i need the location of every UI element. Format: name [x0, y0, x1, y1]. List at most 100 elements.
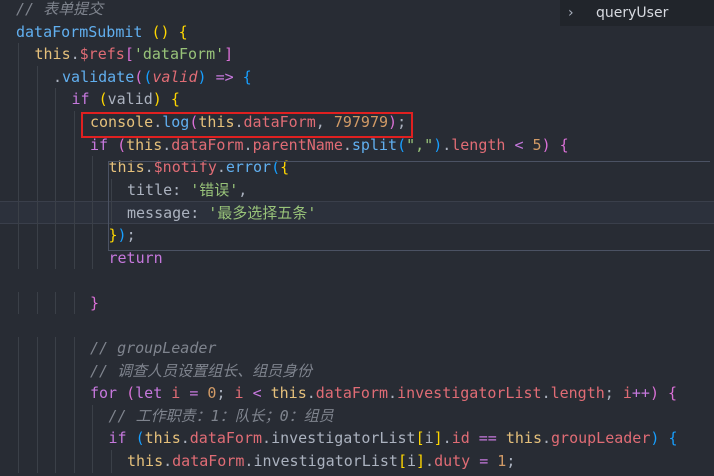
code-token: (): [151, 22, 170, 41]
code-token: length: [451, 135, 506, 154]
code-token: id: [451, 429, 470, 448]
code-token: [: [415, 429, 425, 448]
code-line[interactable]: for (let i = 0; i < this.dataForm.invest…: [0, 382, 714, 405]
code-token: ]: [416, 452, 426, 470]
code-token: (: [98, 90, 108, 109]
code-token: .: [70, 45, 80, 64]
indent-guide: [55, 291, 56, 315]
code-line[interactable]: [0, 314, 714, 337]
code-token: ++: [631, 384, 650, 403]
code-token: i: [406, 452, 416, 470]
indent-guide: [92, 427, 93, 450]
code-token: validate: [62, 67, 135, 86]
code-token: groupLeader: [551, 429, 651, 448]
code-token: ): [197, 67, 207, 86]
code-text: }: [90, 292, 99, 315]
code-token: let: [135, 384, 163, 403]
indent-guide: [55, 246, 56, 270]
indent-guide: [73, 178, 75, 202]
code-token: .: [541, 384, 551, 403]
object-literal-box: [108, 161, 710, 251]
indent-guide: [36, 337, 38, 360]
indent-guide: [55, 133, 56, 157]
code-token: dataForm: [315, 384, 389, 403]
indent-guide: [18, 156, 19, 179]
code-token: (: [135, 429, 145, 448]
code-token: i: [234, 384, 244, 403]
code-token: // 调查人员设置组长、组员身份: [90, 361, 313, 380]
indent-guide: [73, 202, 75, 225]
code-token: valid: [152, 67, 198, 86]
code-text: for (let i = 0; i < this.dataForm.invest…: [90, 382, 677, 405]
code-line[interactable]: if (valid) {: [0, 88, 714, 111]
code-token: duty: [434, 452, 471, 470]
code-token: parentName: [252, 135, 343, 154]
code-line[interactable]: if (this.dataForm.investigatorList[i].id…: [0, 427, 714, 450]
indent-guide: [36, 450, 38, 473]
indent-guide: [18, 88, 19, 111]
code-token: i: [622, 384, 632, 403]
code-token: <: [252, 384, 262, 403]
code-text: dataFormSubmit () {: [16, 21, 188, 44]
indent-guide: [73, 156, 75, 179]
indent-guide: [36, 133, 38, 157]
code-token: investigatorList: [271, 429, 416, 448]
code-token: .: [388, 384, 398, 403]
code-token: ): [152, 90, 162, 109]
code-token: .: [162, 135, 172, 154]
code-line[interactable]: this.$refs['dataForm']: [0, 43, 714, 66]
code-text: this.$refs['dataForm']: [35, 43, 234, 66]
indent-guide: [92, 202, 93, 225]
code-line[interactable]: // 调查人员设置组长、组员身份: [0, 359, 714, 383]
code-token: [: [124, 45, 134, 64]
code-token: {: [668, 384, 678, 403]
indent-guide: [92, 224, 93, 247]
indent-guide: [36, 246, 38, 270]
code-token: =>: [215, 67, 234, 86]
indent-guide: [73, 382, 75, 405]
code-token: this: [144, 429, 181, 448]
indent-guide: [18, 133, 19, 157]
symbol-name[interactable]: queryUser: [596, 5, 668, 21]
indent-guide: [55, 382, 56, 405]
indent-guide: [55, 404, 56, 428]
indent-guide: [18, 246, 19, 270]
code-token: ): [433, 135, 443, 154]
indent-guide: [73, 133, 75, 157]
code-token: .: [262, 429, 272, 448]
code-line[interactable]: // 工作职责：1：队长；0：组员: [0, 404, 714, 428]
chevron-right-icon[interactable]: ›: [568, 5, 582, 21]
outline-breadcrumb[interactable]: › queryUser: [560, 0, 714, 26]
code-token: (: [126, 384, 136, 403]
code-line[interactable]: [0, 269, 714, 292]
indent-guide: [36, 291, 38, 315]
indent-guide: [73, 111, 75, 134]
code-token: return: [108, 248, 163, 267]
indent-guide: [18, 178, 19, 202]
code-line[interactable]: .validate((valid) => {: [0, 65, 714, 89]
code-token: .: [180, 429, 190, 448]
code-token: investigatorList: [397, 384, 542, 403]
code-line[interactable]: }: [0, 291, 714, 315]
code-token: .: [163, 452, 173, 470]
indent-guide: [73, 224, 75, 247]
code-token: =: [479, 452, 489, 470]
code-token: .: [53, 67, 63, 86]
code-line[interactable]: // groupLeader: [0, 337, 714, 360]
code-token: (: [397, 135, 407, 154]
code-line[interactable]: this.dataForm.investigatorList[i].duty =…: [0, 450, 714, 473]
indent-guide: [36, 202, 38, 225]
indent-guide: [18, 450, 19, 473]
indent-guide: [92, 178, 93, 202]
code-token: .: [442, 135, 452, 154]
code-text: // 调查人员设置组长、组员身份: [90, 360, 312, 383]
code-token: this: [270, 384, 307, 403]
code-token: {: [170, 90, 180, 109]
indent-guide: [55, 337, 56, 360]
code-token: if: [71, 90, 90, 109]
